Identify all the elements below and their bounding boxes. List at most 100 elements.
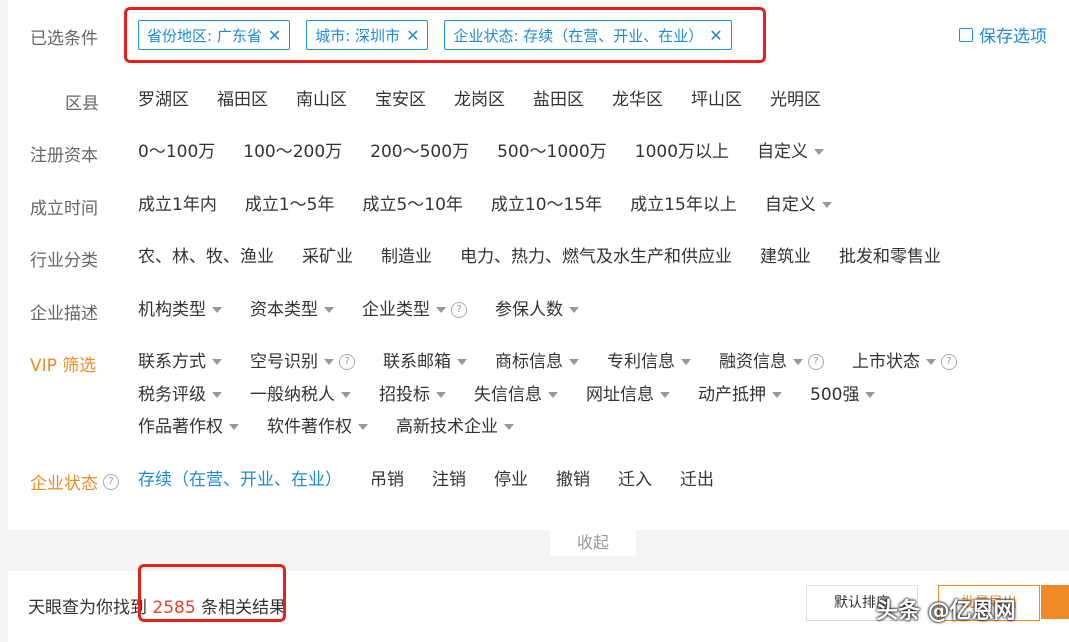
caret-down-icon <box>436 392 446 398</box>
vip-dropdown[interactable]: 动产抵押 <box>698 384 782 406</box>
highlight-box-count <box>138 564 286 622</box>
caret-down-icon <box>814 149 825 155</box>
status-option[interactable]: 撤销 <box>556 469 590 491</box>
founded-custom-dropdown[interactable]: 自定义 <box>765 194 832 216</box>
vip-dropdown[interactable]: 失信信息 <box>474 384 558 406</box>
district-option[interactable]: 坪山区 <box>691 89 742 111</box>
desc-options: 机构类型 资本类型 企业类型? 参保人数 <box>138 299 607 321</box>
custom-label: 自定义 <box>757 142 809 162</box>
district-options: 罗湖区 福田区 南山区 宝安区 龙岗区 盐田区 龙华区 坪山区 光明区 <box>138 89 849 111</box>
founded-option[interactable]: 成立10～15年 <box>491 194 602 216</box>
industry-option[interactable]: 建筑业 <box>760 246 811 268</box>
desc-dropdown[interactable]: 资本类型 <box>250 299 334 321</box>
caret-down-icon <box>457 359 467 365</box>
vip-dropdown[interactable]: 网址信息 <box>586 384 670 406</box>
collapse-button[interactable]: 收起 <box>550 530 636 556</box>
vip-dropdown[interactable]: 上市状态? <box>852 351 957 373</box>
caret-down-icon <box>926 359 936 365</box>
vip-dropdown[interactable]: 融资信息? <box>719 351 824 373</box>
caret-down-icon <box>772 392 782 398</box>
status-label: 企业状态 ? <box>30 469 119 494</box>
desc-dropdown[interactable]: 企业类型? <box>362 299 467 321</box>
vip-dropdown[interactable]: 联系邮箱 <box>383 351 467 373</box>
dropdown-label: 网址信息 <box>586 385 654 405</box>
founded-option[interactable]: 成立1～5年 <box>245 194 335 216</box>
industry-options: 农、林、牧、渔业 采矿业 制造业 电力、热力、燃气及水生产和供应业 建筑业 批发和零售业 <box>138 246 969 268</box>
desc-dropdown[interactable]: 参保人数 <box>495 299 579 321</box>
district-option[interactable]: 宝安区 <box>375 89 426 111</box>
dropdown-label: 空号识别 <box>250 352 318 372</box>
desc-dropdown[interactable]: 机构类型 <box>138 299 222 321</box>
capital-option[interactable]: 100～200万 <box>243 141 342 163</box>
vip-dropdown[interactable]: 高新技术企业 <box>396 416 514 438</box>
vip-dropdown[interactable]: 商标信息 <box>495 351 579 373</box>
capital-options: 0～100万 100～200万 200～500万 500～1000万 1000万以上 自定… <box>138 141 852 163</box>
help-icon[interactable]: ? <box>941 354 957 370</box>
caret-down-icon <box>324 307 334 313</box>
district-option[interactable]: 龙华区 <box>612 89 663 111</box>
dropdown-label: 资本类型 <box>250 300 318 320</box>
help-icon[interactable]: ? <box>103 473 119 490</box>
dropdown-label: 联系邮箱 <box>383 352 451 372</box>
industry-option[interactable]: 采矿业 <box>302 246 353 268</box>
industry-option[interactable]: 农、林、牧、渔业 <box>138 246 274 268</box>
status-option[interactable]: 停业 <box>494 469 528 491</box>
status-option[interactable]: 吊销 <box>370 469 404 491</box>
status-option[interactable]: 注销 <box>432 469 466 491</box>
caret-down-icon <box>681 359 691 365</box>
vip-options-row-1: 联系方式 空号识别? 联系邮箱 商标信息 专利信息 融资信息? 上市状态? <box>138 351 985 373</box>
caret-down-icon <box>569 359 579 365</box>
founded-option[interactable]: 成立1年内 <box>138 194 217 216</box>
save-options-button[interactable]: 保存选项 <box>959 22 1047 47</box>
vip-dropdown[interactable]: 软件著作权 <box>267 416 368 438</box>
vip-dropdown[interactable]: 联系方式 <box>138 351 222 373</box>
vip-dropdown[interactable]: 作品著作权 <box>138 416 239 438</box>
vip-dropdown[interactable]: 500强 <box>810 384 876 406</box>
dropdown-label: 动产抵押 <box>698 385 766 405</box>
dropdown-label: 联系方式 <box>138 352 206 372</box>
district-label: 区县 <box>65 94 99 114</box>
capital-option[interactable]: 1000万以上 <box>635 141 729 163</box>
founded-option[interactable]: 成立15年以上 <box>630 194 737 216</box>
industry-option[interactable]: 电力、热力、燃气及水生产和供应业 <box>460 246 732 268</box>
district-option[interactable]: 龙岗区 <box>454 89 505 111</box>
caret-down-icon <box>358 424 368 430</box>
status-option[interactable]: 迁入 <box>618 469 652 491</box>
vip-dropdown[interactable]: 税务评级 <box>138 384 222 406</box>
caret-down-icon <box>212 359 222 365</box>
status-option-active[interactable]: 存续（在营、开业、在业） <box>138 469 342 491</box>
caret-down-icon <box>229 424 239 430</box>
district-option[interactable]: 南山区 <box>296 89 347 111</box>
district-option[interactable]: 盐田区 <box>533 89 584 111</box>
capital-option[interactable]: 0～100万 <box>138 141 215 163</box>
capital-custom-dropdown[interactable]: 自定义 <box>757 141 825 163</box>
dropdown-label: 一般纳税人 <box>250 385 335 405</box>
industry-option[interactable]: 批发和零售业 <box>839 246 941 268</box>
capital-option[interactable]: 500～1000万 <box>497 141 607 163</box>
caret-down-icon <box>341 392 351 398</box>
dropdown-label: 专利信息 <box>607 352 675 372</box>
vip-dropdown[interactable]: 空号识别? <box>250 351 355 373</box>
vip-dropdown[interactable]: 招投标 <box>379 384 446 406</box>
vip-dropdown[interactable]: 一般纳税人 <box>250 384 351 406</box>
dropdown-label: 高新技术企业 <box>396 417 498 437</box>
watermark: 头条 @亿恩网 <box>876 599 1016 624</box>
caret-down-icon <box>504 424 514 430</box>
district-option[interactable]: 福田区 <box>217 89 268 111</box>
industry-option[interactable]: 制造业 <box>381 246 432 268</box>
caret-down-icon <box>660 392 670 398</box>
district-option[interactable]: 罗湖区 <box>138 89 189 111</box>
founded-option[interactable]: 成立5～10年 <box>362 194 462 216</box>
district-option[interactable]: 光明区 <box>770 89 821 111</box>
capital-option[interactable]: 200～500万 <box>370 141 469 163</box>
help-icon[interactable]: ? <box>339 354 355 370</box>
save-icon <box>959 27 973 42</box>
help-icon[interactable]: ? <box>451 302 467 318</box>
vip-options-row-3: 作品著作权 软件著作权 高新技术企业 <box>138 416 542 438</box>
vip-dropdown[interactable]: 专利信息 <box>607 351 691 373</box>
status-option[interactable]: 迁出 <box>680 469 714 491</box>
help-icon[interactable]: ? <box>808 354 824 370</box>
founded-label: 成立时间 <box>30 199 98 219</box>
caret-down-icon <box>821 202 832 208</box>
dropdown-label: 作品著作权 <box>138 417 223 437</box>
